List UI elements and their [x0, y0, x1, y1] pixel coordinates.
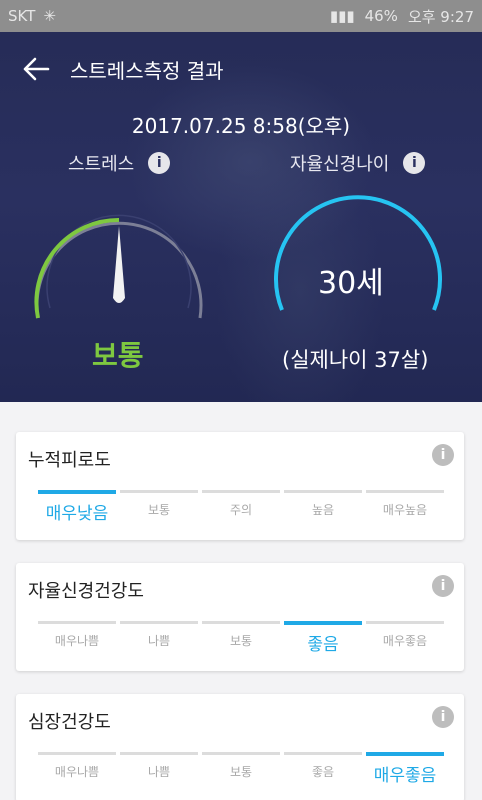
back-button[interactable]	[16, 49, 56, 89]
autonomic-health-card: 자율신경건강도 i 매우나쁨 나쁨 보통 좋음 매우좋음	[16, 563, 464, 671]
clock-label: 오후 9:27	[407, 7, 474, 26]
info-icon[interactable]: i	[432, 706, 454, 728]
card-title: 누적피로도	[28, 450, 111, 471]
nerve-age-label-row: 자율신경나이 i	[290, 150, 426, 176]
carrier-label: SKT	[8, 7, 36, 25]
stress-gauge	[34, 214, 203, 319]
info-icon[interactable]: i	[432, 444, 454, 466]
stress-needle	[113, 226, 125, 303]
card-title: 자율신경건강도	[28, 581, 144, 602]
level-item: 높음	[284, 490, 362, 524]
arrow-left-icon	[23, 57, 50, 81]
measurement-datetime: 2017.07.25 8:58(오후)	[131, 114, 351, 138]
battery-label: 46%	[364, 7, 398, 25]
status-bar: SKT ✳ ▮▮▮ 46% 오후 9:27	[0, 0, 482, 32]
level-item: 매우높음	[366, 490, 444, 524]
card-title: 심장건강도	[28, 712, 111, 733]
heart-health-card: 심장건강도 i 매우나쁨 나쁨 보통 좋음 매우좋음	[16, 694, 464, 800]
page-title: 스트레스측정 결과	[70, 58, 224, 83]
level-item: 나쁨	[120, 752, 198, 786]
fatigue-card: 누적피로도 i 매우낮음 보통 주의 높음 매우높음	[16, 432, 464, 540]
signal-icon: ▮▮▮	[329, 7, 355, 25]
app-bar: 스트레스측정 결과	[0, 32, 482, 106]
level-item: 나쁨	[120, 621, 198, 655]
info-icon[interactable]: i	[432, 575, 454, 597]
level-scale: 매우나쁨 나쁨 보통 좋음 매우좋음	[38, 621, 444, 655]
level-item: 보통	[202, 752, 280, 786]
level-item: 주의	[202, 490, 280, 524]
stress-label-row: 스트레스 i	[68, 150, 171, 176]
nerve-age-label: 자율신경나이	[290, 154, 390, 175]
level-item-active: 좋음	[284, 621, 362, 655]
level-item: 매우나쁨	[38, 752, 116, 786]
nerve-age-info-icon[interactable]: i	[403, 152, 426, 174]
settings-icon: ✳	[43, 7, 56, 25]
nerve-age-value: 30세	[318, 266, 384, 301]
level-item: 매우좋음	[366, 621, 444, 655]
real-age-text: (실제나이 37살)	[282, 348, 429, 372]
level-item-active: 매우낮음	[38, 490, 116, 524]
stress-label: 스트레스	[68, 154, 135, 175]
level-item-active: 매우좋음	[366, 752, 444, 786]
result-hero: 스트레스측정 결과 2017.07.25 8:58(오후) 스트레스 i 자율신…	[0, 32, 482, 402]
stress-info-icon[interactable]: i	[148, 152, 171, 174]
level-item: 보통	[120, 490, 198, 524]
level-scale: 매우낮음 보통 주의 높음 매우높음	[38, 490, 444, 524]
level-item: 보통	[202, 621, 280, 655]
level-scale: 매우나쁨 나쁨 보통 좋음 매우좋음	[38, 752, 444, 786]
level-item: 매우나쁨	[38, 621, 116, 655]
level-item: 좋음	[284, 752, 362, 786]
stress-level-text: 보통	[92, 339, 144, 372]
